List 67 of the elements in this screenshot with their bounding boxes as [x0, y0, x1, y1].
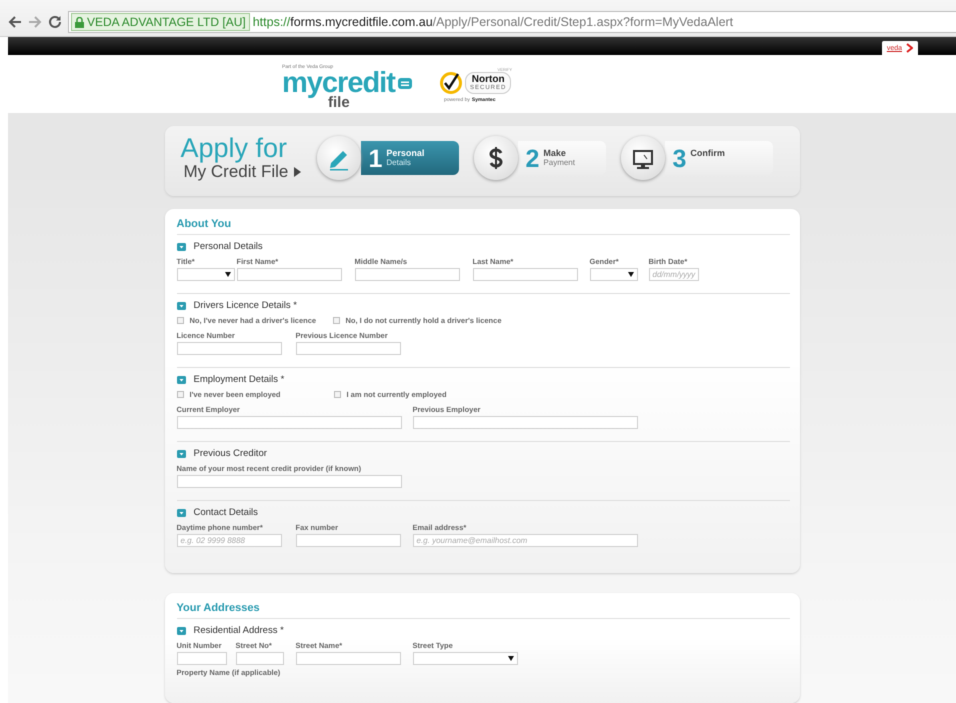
input-field[interactable] — [236, 268, 342, 281]
url-path: /Apply/Personal/Credit/Step1.aspx?form=MyVedaAlert — [432, 15, 734, 29]
input-field[interactable] — [176, 342, 282, 355]
input-field[interactable] — [354, 268, 460, 281]
step-number: 1 — [368, 145, 382, 174]
step-subtitle: Payment — [543, 158, 575, 168]
back-icon[interactable] — [8, 15, 22, 29]
input-field[interactable] — [296, 342, 400, 355]
collapse-icon[interactable] — [176, 626, 186, 634]
chevron-icon — [906, 43, 913, 53]
section-heading: Drivers Licence Details * — [194, 300, 297, 311]
url-host: forms.mycreditfile.com.au — [290, 15, 433, 29]
collapse-icon[interactable] — [176, 242, 186, 250]
checkbox[interactable] — [334, 391, 340, 398]
pencil-icon — [330, 151, 348, 171]
input-field[interactable] — [176, 475, 402, 488]
seal-name: Norton — [472, 74, 505, 85]
step-number: 2 — [526, 145, 540, 174]
dollar-icon — [489, 147, 502, 170]
placeholder-text: e.g. yourname@emailhost.com — [416, 536, 528, 545]
collapse-icon[interactable] — [176, 450, 186, 458]
url-scheme: https:// — [252, 15, 290, 29]
step-title: Make — [543, 148, 567, 158]
input-field[interactable] — [176, 652, 226, 665]
step-subtitle: Details — [386, 158, 412, 168]
input-field[interactable] — [472, 268, 578, 281]
caret-icon — [628, 272, 634, 277]
play-icon — [294, 166, 302, 177]
checkbox[interactable] — [176, 317, 184, 324]
reload-icon[interactable] — [48, 15, 62, 29]
placeholder-text: e.g. 02 9999 8888 — [180, 536, 246, 545]
placeholder-text: dd/mm/yyyy — [652, 270, 696, 279]
input-field[interactable] — [412, 416, 638, 429]
lock-icon — [75, 16, 84, 28]
logo-wordmark: mycredit — [282, 70, 395, 96]
collapse-icon[interactable] — [176, 508, 186, 516]
section-heading: Residential Address * — [194, 625, 284, 636]
apply-subtitle: My Credit File — [184, 162, 288, 182]
section-heading: Previous Creditor — [194, 448, 267, 459]
caret-icon — [224, 272, 230, 277]
section-heading: Personal Details — [194, 241, 263, 252]
input-field[interactable] — [296, 534, 400, 547]
monitor-icon — [632, 150, 652, 170]
apply-title: Apply for — [180, 134, 288, 162]
input-field[interactable] — [296, 652, 400, 665]
check-seal-icon — [440, 72, 462, 94]
step-number: 3 — [672, 145, 686, 174]
collapse-icon[interactable] — [176, 302, 186, 310]
step-title: Personal — [386, 148, 424, 158]
address-bar[interactable]: VEDA ADVANTAGE LTD [AU] https://forms.mycreditfile.com.au/Apply/Personal/Credit/Step1.aspx?form=MyVedaAlert — [68, 11, 956, 33]
card-icon — [398, 78, 412, 88]
card-title: Your Addresses — [176, 601, 790, 619]
forward-icon[interactable] — [28, 15, 42, 29]
caret-icon — [508, 656, 514, 661]
checkbox[interactable] — [176, 391, 184, 398]
step-title: Confirm — [690, 148, 725, 158]
identity-text: VEDA ADVANTAGE LTD [AU] — [87, 15, 246, 29]
checkbox[interactable] — [332, 317, 340, 324]
section-heading: Employment Details * — [194, 374, 284, 385]
input-field[interactable] — [236, 652, 284, 665]
logo-subword: file — [328, 96, 350, 110]
collapse-icon[interactable] — [176, 376, 186, 384]
section-heading: Contact Details — [194, 507, 258, 518]
site-identity[interactable]: VEDA ADVANTAGE LTD [AU] — [71, 13, 250, 31]
input-field[interactable] — [176, 416, 402, 429]
dropdown[interactable] — [590, 268, 638, 281]
card-title: About You — [176, 217, 790, 235]
